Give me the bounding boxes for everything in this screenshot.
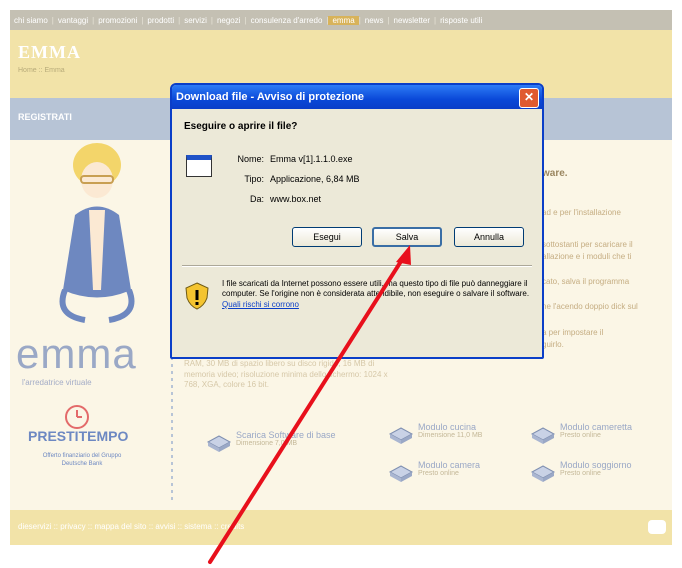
annotation-arrow: [208, 245, 411, 564]
